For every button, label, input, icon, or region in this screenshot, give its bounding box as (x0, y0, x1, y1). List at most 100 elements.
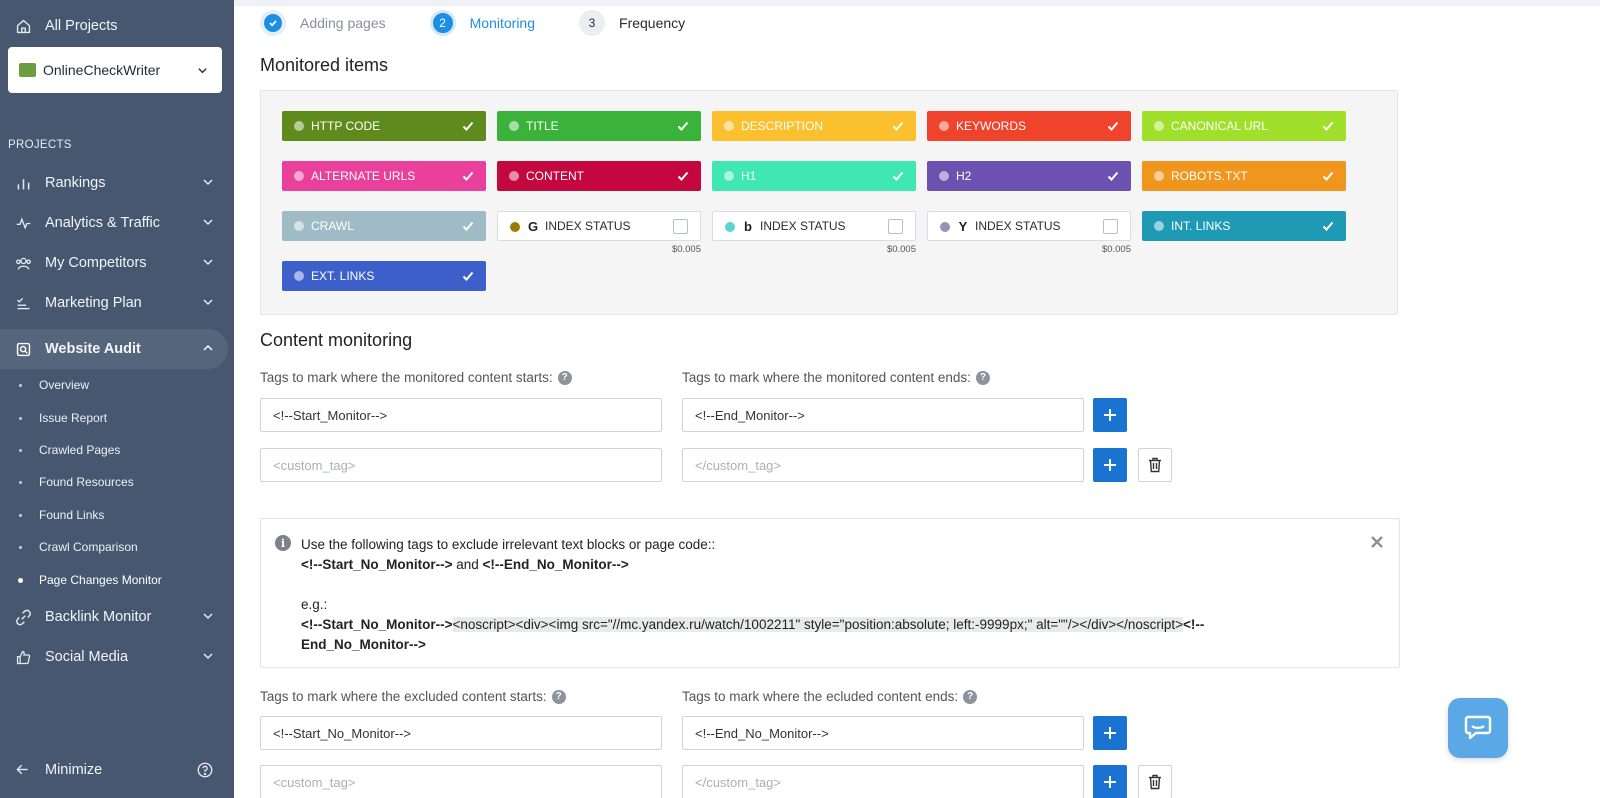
monitor-start-input[interactable] (260, 398, 662, 432)
custom-start-tag-input[interactable] (260, 448, 662, 482)
monitored-item-crawl[interactable]: CRAWL (282, 211, 486, 241)
color-dot-icon (294, 271, 304, 281)
help-icon[interactable]: ? (551, 689, 566, 704)
all-projects-link[interactable]: All Projects (0, 6, 234, 46)
monitored-item-alternate-urls[interactable]: ALTERNATE URLS (282, 161, 486, 191)
thumbs-up-icon (14, 648, 32, 666)
checkbox[interactable] (673, 219, 688, 234)
monitored-item-description[interactable]: DESCRIPTION (712, 111, 916, 141)
monitored-item-h2[interactable]: H2 (927, 161, 1131, 191)
color-dot-icon (1154, 221, 1164, 231)
sidebar-subitem-label: Crawl Comparison (39, 540, 138, 554)
tag-end-code: <!--End_No_Monitor--> (482, 557, 629, 572)
bar-chart-icon (14, 174, 32, 192)
monitored-item-label: INT. LINKS (1171, 219, 1231, 233)
monitored-item-int-links[interactable]: INT. LINKS (1142, 211, 1346, 241)
sidebar-item-rankings[interactable]: Rankings (0, 163, 234, 203)
monitored-item-label: INDEX STATUS (545, 219, 631, 233)
sidebar-subitem-page-changes-monitor[interactable]: Page Changes Monitor (0, 568, 234, 592)
add-exclude-tag-button[interactable] (1093, 716, 1127, 750)
sidebar-item-marketing-plan[interactable]: Marketing Plan (0, 283, 234, 323)
plus-icon (1104, 727, 1116, 739)
sidebar-subitem-label: Page Changes Monitor (39, 573, 162, 587)
arrow-left-icon (14, 761, 32, 779)
sidebar-subitem-label: Found Links (39, 508, 105, 522)
sidebar-item-competitors[interactable]: My Competitors (0, 243, 234, 283)
chevron-down-icon (203, 653, 213, 660)
help-icon[interactable]: ? (963, 689, 978, 704)
exclude-end-label-text: Tags to mark where the ecluded content e… (682, 689, 959, 704)
list-check-icon (14, 294, 32, 312)
add-monitor-tag-button[interactable] (1093, 398, 1127, 432)
close-icon[interactable] (1369, 534, 1385, 550)
exclude-custom-end-input[interactable] (682, 765, 1084, 798)
chat-support-button[interactable] (1448, 698, 1508, 758)
example-start-code: <!--Start_No_Monitor--> (301, 617, 453, 632)
delete-exclude-tag-button[interactable] (1138, 765, 1172, 798)
exclude-start-input[interactable] (260, 716, 662, 750)
monitored-item-content[interactable]: CONTENT (497, 161, 701, 191)
sidebar-subitem-found-resources[interactable]: Found Resources (0, 470, 234, 494)
monitor-end-input[interactable] (682, 398, 1084, 432)
check-icon (462, 221, 474, 231)
sidebar-item-social-media[interactable]: Social Media (0, 637, 234, 677)
info-tags-line: <!--Start_No_Monitor--> and <!--End_No_M… (301, 555, 629, 575)
monitored-item-index-status-y[interactable]: Y INDEX STATUS (927, 211, 1131, 241)
step-frequency[interactable]: 3 Frequency (579, 10, 685, 36)
help-icon[interactable]: ? (975, 370, 990, 385)
monitored-item-keywords[interactable]: KEYWORDS (927, 111, 1131, 141)
monitored-item-index-status-g[interactable]: G INDEX STATUS (497, 211, 701, 241)
sidebar-item-backlink-monitor[interactable]: Backlink Monitor (0, 597, 234, 637)
minimize-button[interactable]: Minimize (0, 750, 234, 790)
search-engine-icon: G (527, 219, 539, 234)
project-selector[interactable]: OnlineCheckWriter (8, 47, 222, 93)
add-exclude-custom-tag-button[interactable] (1093, 765, 1127, 798)
example-end-code-part1: <!-- (1183, 617, 1205, 632)
sidebar-item-website-audit[interactable]: Website Audit (0, 329, 228, 369)
color-dot-icon (1154, 171, 1164, 181)
search-engine-icon: Y (958, 219, 968, 234)
monitored-item-index-status-b[interactable]: b INDEX STATUS (712, 211, 916, 241)
example-code-snippet: <noscript><div><img src="//mc.yandex.ru/… (452, 617, 1184, 632)
monitored-item-ext-links[interactable]: EXT. LINKS (282, 261, 486, 291)
monitored-item-label: HTTP CODE (311, 119, 381, 133)
monitored-item-title[interactable]: TITLE (497, 111, 701, 141)
color-dot-icon (939, 121, 949, 131)
checkbox[interactable] (888, 219, 903, 234)
info-example-line-2: End_No_Monitor--> (301, 635, 426, 655)
checkbox[interactable] (1103, 219, 1118, 234)
chat-bubble-icon (1464, 715, 1492, 740)
all-projects-label: All Projects (45, 18, 118, 34)
monitored-item-label: KEYWORDS (956, 119, 1027, 133)
custom-end-tag-input[interactable] (682, 448, 1084, 482)
project-logo-icon (19, 63, 36, 77)
check-icon (1322, 221, 1334, 231)
sidebar-subitem-crawled-pages[interactable]: Crawled Pages (0, 438, 234, 462)
sidebar-subitem-found-links[interactable]: Found Links (0, 503, 234, 527)
monitored-item-h1[interactable]: H1 (712, 161, 916, 191)
exclude-end-label: Tags to mark where the ecluded content e… (682, 689, 978, 704)
chevron-down-icon (203, 179, 213, 186)
help-icon[interactable]: ? (557, 370, 572, 385)
sidebar-subitem-crawl-comparison[interactable]: Crawl Comparison (0, 535, 234, 559)
sidebar-item-label: Marketing Plan (45, 295, 142, 311)
monitored-item-canonical-url[interactable]: CANONICAL URL (1142, 111, 1346, 141)
sidebar-subitem-overview[interactable]: Overview (0, 373, 234, 397)
step-adding-pages[interactable]: Adding pages (260, 10, 386, 36)
info-intro-text: Use the following tags to exclude irrele… (301, 537, 716, 552)
sidebar-item-analytics[interactable]: Analytics & Traffic (0, 203, 234, 243)
sidebar-subitem-issue-report[interactable]: Issue Report (0, 406, 234, 430)
help-circle-icon[interactable] (196, 761, 214, 779)
add-custom-tag-button[interactable] (1093, 448, 1127, 482)
sidebar-item-label: Social Media (45, 649, 129, 665)
delete-tag-button[interactable] (1138, 448, 1172, 482)
step-monitoring[interactable]: 2 Monitoring (429, 10, 535, 36)
exclude-start-label-text: Tags to mark where the excluded content … (260, 689, 547, 704)
monitored-item-http-code[interactable]: HTTP CODE (282, 111, 486, 141)
monitored-item-robots-txt[interactable]: ROBOTS.TXT (1142, 161, 1346, 191)
link-icon (14, 608, 32, 626)
exclude-custom-start-input[interactable] (260, 765, 662, 798)
chevron-down-icon (203, 613, 213, 620)
exclude-end-input[interactable] (682, 716, 1084, 750)
check-icon (1322, 121, 1334, 131)
